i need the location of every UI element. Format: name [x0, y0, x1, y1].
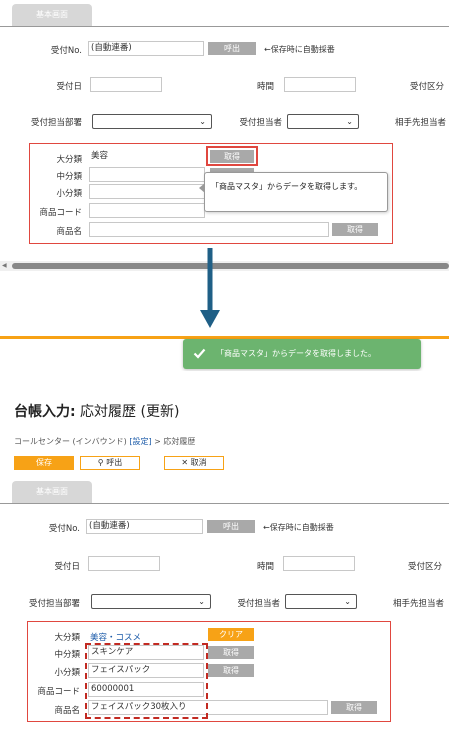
page-title: 台帳入力: 応対履歴 (更新): [14, 401, 179, 421]
reception-type-label-2: 受付区分: [407, 562, 442, 572]
major-category-value: 美容・コスメ: [90, 633, 142, 643]
call-button-2[interactable]: 呼出: [207, 520, 255, 533]
tooltip-arrow: [199, 183, 205, 193]
horizontal-scrollbar[interactable]: ◀: [0, 261, 449, 271]
major-category-label-2: 大分類: [54, 633, 80, 643]
fetch-button-middle[interactable]: 取得: [208, 646, 254, 659]
time-label: 時間: [256, 82, 274, 92]
product-code-label-2: 商品コード: [37, 687, 80, 697]
call-button-toolbar[interactable]: ⚲ 呼出: [80, 456, 140, 470]
fetch-button[interactable]: 取得: [210, 150, 254, 163]
filled-fields-highlight: [85, 643, 208, 719]
breadcrumb-current: > 応対履歴: [154, 437, 196, 446]
minor-category-label-2: 小分類: [54, 668, 80, 678]
counterpart-label: 相手先担当者: [394, 118, 446, 128]
product-name-label: 商品名: [56, 227, 82, 237]
reception-date-field-2[interactable]: [88, 556, 160, 571]
auto-number-note: ←保存時に自動採番: [264, 45, 335, 54]
product-code-field[interactable]: [89, 203, 205, 218]
staff-select[interactable]: ⌄: [287, 114, 359, 129]
fetch-button-name-2[interactable]: 取得: [331, 701, 377, 714]
tab-basic-screen[interactable]: 基本画面: [12, 4, 92, 26]
page-title-prefix: 台帳入力:: [14, 404, 76, 420]
time-label-2: 時間: [256, 562, 274, 572]
time-field-2[interactable]: [283, 556, 355, 571]
department-label-2: 受付担当部署: [28, 599, 80, 609]
reception-no-field[interactable]: (自動連番): [88, 41, 204, 56]
reception-date-label-2: 受付日: [54, 562, 80, 572]
check-icon: [193, 348, 206, 359]
fetch-button-minor[interactable]: 取得: [208, 664, 254, 677]
save-button[interactable]: 保存: [14, 456, 74, 470]
reception-no-field-2[interactable]: (自動連番): [86, 519, 203, 534]
reception-date-field[interactable]: [90, 77, 162, 92]
counterpart-label-2: 相手先担当者: [392, 599, 444, 609]
minor-category-label: 小分類: [56, 189, 82, 199]
breadcrumb: コールセンター (インバウンド) [設定] > 応対履歴: [14, 436, 195, 447]
reception-date-label: 受付日: [56, 82, 82, 92]
tooltip-text: 「商品マスタ」からデータを取得します。: [211, 182, 363, 191]
down-arrow-icon: [200, 248, 220, 328]
tab-divider-2: [0, 503, 449, 504]
tooltip: 「商品マスタ」からデータを取得します。: [199, 172, 388, 212]
staff-select-2[interactable]: ⌄: [285, 594, 357, 609]
time-field[interactable]: [284, 77, 356, 92]
success-toast: 「商品マスタ」からデータを取得しました。: [183, 339, 421, 369]
chevron-down-icon: ⌄: [344, 597, 351, 606]
middle-category-field[interactable]: [89, 167, 205, 182]
product-name-field[interactable]: [89, 222, 329, 237]
department-label: 受付担当部署: [30, 118, 82, 128]
product-code-label: 商品コード: [39, 208, 82, 218]
breadcrumb-section[interactable]: コールセンター (インバウンド): [14, 437, 127, 446]
product-name-label-2: 商品名: [54, 706, 80, 716]
scroll-left-icon[interactable]: ◀: [2, 263, 7, 269]
call-button-toolbar-label: 呼出: [106, 458, 123, 467]
chevron-down-icon: ⌄: [199, 117, 206, 126]
scrollbar-thumb[interactable]: [12, 263, 449, 269]
cancel-button-label: 取消: [190, 458, 207, 467]
toast-message: 「商品マスタ」からデータを取得しました。: [216, 349, 376, 358]
tab-divider: [0, 26, 449, 27]
reception-no-label-2: 受付No.: [48, 524, 80, 534]
call-button[interactable]: 呼出: [208, 42, 256, 55]
staff-label: 受付担当者: [239, 118, 282, 128]
clear-button[interactable]: クリア: [208, 628, 254, 641]
chevron-down-icon: ⌄: [346, 117, 353, 126]
staff-label-2: 受付担当者: [237, 599, 280, 609]
cancel-button[interactable]: ✕ 取消: [164, 456, 224, 470]
major-category-label: 大分類: [56, 155, 82, 165]
middle-category-label-2: 中分類: [54, 650, 80, 660]
search-icon: ⚲: [97, 458, 104, 467]
middle-category-label: 中分類: [56, 172, 82, 182]
close-icon: ✕: [181, 458, 189, 467]
department-select-2[interactable]: ⌄: [91, 594, 211, 609]
minor-category-field[interactable]: [89, 184, 205, 199]
reception-no-label: 受付No.: [50, 46, 82, 56]
tab-basic-screen-2[interactable]: 基本画面: [12, 481, 92, 503]
department-select[interactable]: ⌄: [92, 114, 212, 129]
chevron-down-icon: ⌄: [198, 597, 205, 606]
fetch-button-name[interactable]: 取得: [332, 223, 378, 236]
breadcrumb-settings-link[interactable]: [設定]: [129, 437, 151, 446]
major-category-field[interactable]: 美容: [89, 150, 205, 165]
page-title-text: 応対履歴 (更新): [75, 404, 180, 420]
reception-type-label: 受付区分: [409, 82, 444, 92]
auto-number-note-2: ←保存時に自動採番: [263, 523, 334, 532]
